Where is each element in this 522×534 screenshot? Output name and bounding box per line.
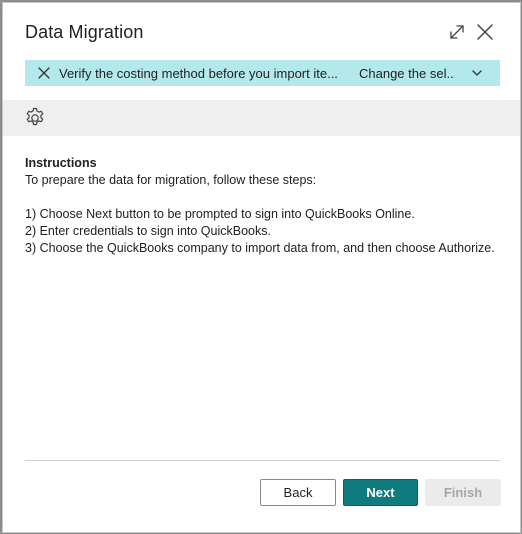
notification-message: Verify the costing method before you imp… — [59, 65, 338, 81]
action-toolbar — [3, 100, 520, 136]
finish-button[interactable]: Finish — [425, 479, 501, 506]
instruction-step: 1) Choose Next button to be prompted to … — [25, 207, 415, 221]
instruction-step: 3) Choose the QuickBooks company to impo… — [25, 241, 495, 255]
expand-icon[interactable] — [446, 21, 468, 43]
back-button[interactable]: Back — [260, 479, 336, 506]
instruction-step: 2) Enter credentials to sign into QuickB… — [25, 224, 271, 238]
chevron-down-icon[interactable] — [471, 67, 483, 79]
instructions-intro: To prepare the data for migration, follo… — [25, 173, 317, 187]
footer-divider — [25, 460, 500, 461]
dismiss-notification-icon[interactable] — [37, 66, 51, 80]
gear-icon[interactable] — [23, 106, 47, 130]
data-migration-dialog: Data Migration Verify the costing method… — [2, 2, 521, 533]
next-button[interactable]: Next — [343, 479, 418, 506]
instructions-heading: Instructions — [25, 156, 97, 170]
dialog-title: Data Migration — [25, 22, 144, 42]
notification-action-link[interactable]: Change the sel... — [359, 66, 455, 81]
close-icon[interactable] — [474, 21, 496, 43]
notification-bar: Verify the costing method before you imp… — [25, 60, 500, 86]
instructions-section: Instructions To prepare the data for mig… — [25, 155, 505, 257]
